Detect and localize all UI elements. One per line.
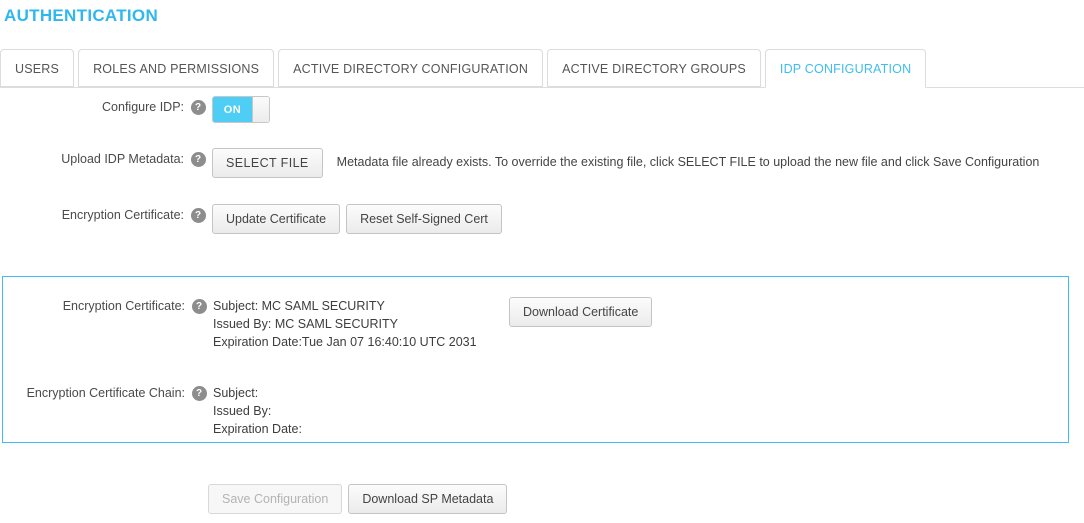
save-configuration-button[interactable]: Save Configuration: [208, 484, 343, 514]
footer-actions: Save Configuration Download SP Metadata: [208, 484, 508, 514]
help-icon[interactable]: ?: [190, 208, 206, 223]
tab-users[interactable]: USERS: [0, 49, 75, 87]
help-icon[interactable]: ?: [191, 386, 207, 401]
certificate-details-panel: Encryption Certificate: ? Subject: MC SA…: [2, 276, 1069, 443]
download-certificate-container: Download Certificate: [509, 297, 653, 327]
row-certificate-details: Encryption Certificate: ? Subject: MC SA…: [3, 297, 1068, 351]
row-encryption-certificate-actions: Encryption Certificate: ? Update Certifi…: [0, 204, 1084, 260]
upload-metadata-field: SELECT FILE Metadata file already exists…: [212, 148, 1084, 178]
configure-idp-toggle[interactable]: ON: [212, 96, 270, 123]
toggle-knob[interactable]: [252, 97, 269, 122]
help-icon[interactable]: ?: [190, 152, 206, 167]
encryption-certificate-label: Encryption Certificate:: [61, 208, 184, 222]
row-configure-idp: Configure IDP: ? ON: [0, 96, 1084, 148]
certificate-subject: Subject: MC SAML SECURITY: [213, 299, 385, 313]
help-icon[interactable]: ?: [191, 299, 207, 314]
certificate-chain-values: Subject: Issued By: Expiration Date:: [213, 384, 485, 438]
certificate-details-values: Subject: MC SAML SECURITY Issued By: MC …: [213, 297, 485, 351]
metadata-hint-text: Metadata file already exists. To overrid…: [336, 155, 1040, 169]
certificate-chain-expiration-date: Expiration Date:: [213, 422, 302, 436]
select-file-button[interactable]: SELECT FILE: [212, 148, 323, 178]
reset-self-signed-cert-button[interactable]: Reset Self-Signed Cert: [346, 204, 502, 234]
upload-metadata-help: ?: [184, 148, 212, 167]
tab-active-directory-groups[interactable]: ACTIVE DIRECTORY GROUPS: [547, 49, 761, 87]
certificate-chain-issued-by: Issued By:: [213, 404, 272, 418]
tab-roles-and-permissions[interactable]: ROLES AND PERMISSIONS: [78, 49, 275, 87]
certificate-details-help: ?: [185, 297, 213, 314]
configure-idp-help: ?: [184, 96, 212, 115]
certificate-issued-by: Issued By: MC SAML SECURITY: [213, 317, 398, 331]
certificate-chain-label: Encryption Certificate Chain:: [26, 386, 185, 400]
certificate-chain-subject: Subject:: [213, 386, 259, 400]
update-certificate-button[interactable]: Update Certificate: [212, 204, 341, 234]
encryption-certificate-field: Update Certificate Reset Self-Signed Cer…: [212, 204, 1084, 234]
tab-bar: USERS ROLES AND PERMISSIONS ACTIVE DIREC…: [0, 48, 1084, 88]
certificate-expiration-date: Expiration Date:Tue Jan 07 16:40:10 UTC …: [213, 335, 477, 349]
encryption-certificate-help: ?: [184, 204, 212, 223]
configure-idp-label: Configure IDP:: [102, 100, 184, 114]
certificate-details-label: Encryption Certificate:: [62, 299, 185, 313]
idp-configuration-form: Configure IDP: ? ON Upload IDP Metadata:…: [0, 96, 1084, 260]
tab-idp-configuration[interactable]: IDP CONFIGURATION: [764, 49, 927, 88]
tab-active-directory-configuration[interactable]: ACTIVE DIRECTORY CONFIGURATION: [278, 49, 544, 87]
page-title: AUTHENTICATION: [4, 6, 159, 25]
download-sp-metadata-button[interactable]: Download SP Metadata: [348, 484, 508, 514]
toggle-state-label: ON: [213, 97, 252, 122]
certificate-chain-help: ?: [185, 384, 213, 401]
row-certificate-chain: Encryption Certificate Chain: ? Subject:…: [3, 384, 1068, 438]
upload-metadata-label: Upload IDP Metadata:: [61, 152, 184, 166]
help-icon[interactable]: ?: [190, 100, 206, 115]
download-certificate-button[interactable]: Download Certificate: [509, 297, 653, 327]
configure-idp-field: ON: [212, 96, 1084, 123]
row-upload-idp-metadata: Upload IDP Metadata: ? SELECT FILE Metad…: [0, 148, 1084, 204]
